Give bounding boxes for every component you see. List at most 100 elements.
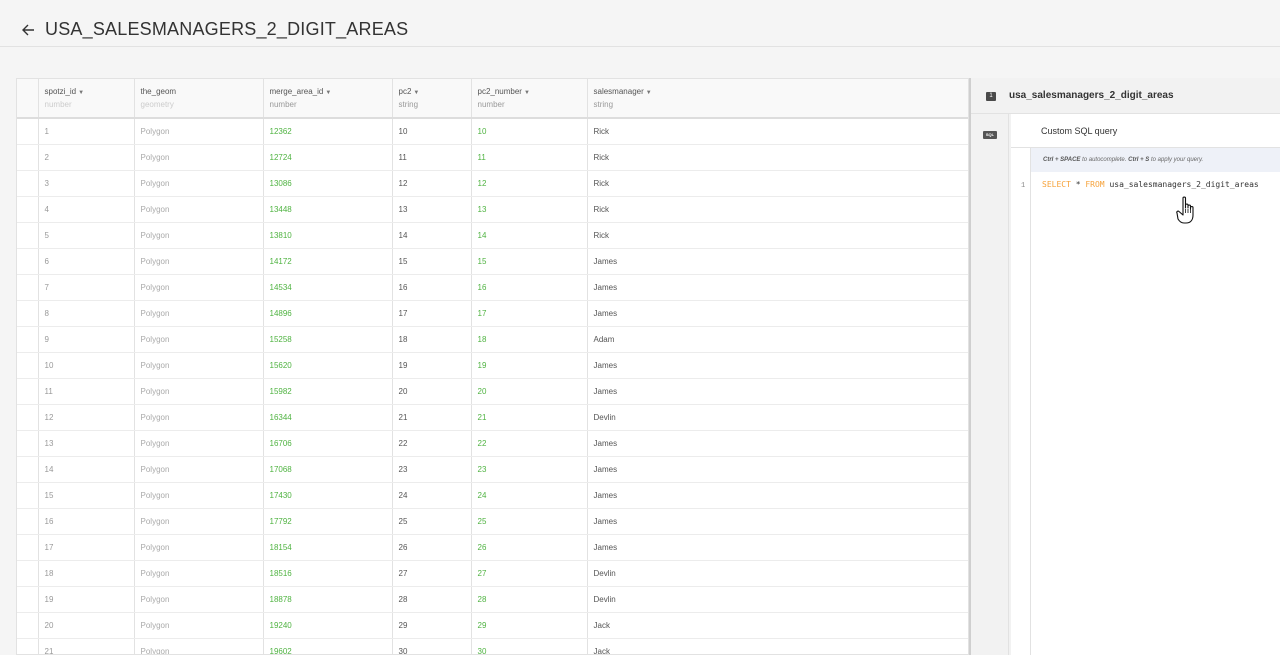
table-cell-the-geom[interactable]: Polygon xyxy=(134,352,264,379)
table-cell-the-geom[interactable]: Polygon xyxy=(134,248,264,275)
table-cell-the-geom[interactable]: Polygon xyxy=(134,170,264,197)
table-cell-pc2[interactable]: 21 xyxy=(392,404,472,431)
table-cell-pc2-number[interactable]: 21 xyxy=(471,404,588,431)
table-cell-salesmanager[interactable]: James xyxy=(587,482,968,509)
table-cell-spotzi-id[interactable]: 12 xyxy=(38,404,135,431)
table-cell-merge-area-id[interactable]: 19602 xyxy=(263,638,393,654)
table-cell-pc2-number[interactable]: 10 xyxy=(471,118,588,145)
table-cell-pc2[interactable]: 28 xyxy=(392,586,472,613)
table-row[interactable]: 8 Polygon 14896 17 17 James xyxy=(17,300,968,327)
table-cell-pc2[interactable]: 17 xyxy=(392,300,472,327)
table-cell-spotzi-id[interactable]: 9 xyxy=(38,326,135,353)
column-header[interactable]: spotzi_id ▼ number xyxy=(38,79,135,119)
table-cell-salesmanager[interactable]: Jack xyxy=(587,638,968,654)
table-cell-the-geom[interactable]: Polygon xyxy=(134,430,264,457)
table-cell-the-geom[interactable]: Polygon xyxy=(134,482,264,509)
table-cell-pc2-number[interactable]: 17 xyxy=(471,300,588,327)
back-arrow-icon[interactable] xyxy=(20,21,38,39)
table-cell-salesmanager[interactable]: James xyxy=(587,300,968,327)
table-cell-the-geom[interactable]: Polygon xyxy=(134,222,264,249)
table-cell-pc2-number[interactable]: 13 xyxy=(471,196,588,223)
table-cell-pc2-number[interactable]: 30 xyxy=(471,638,588,654)
table-cell-salesmanager[interactable]: James xyxy=(587,534,968,561)
table-cell-merge-area-id[interactable]: 16706 xyxy=(263,430,393,457)
table-cell-pc2-number[interactable]: 15 xyxy=(471,248,588,275)
table-cell-spotzi-id[interactable]: 14 xyxy=(38,456,135,483)
table-cell-the-geom[interactable]: Polygon xyxy=(134,300,264,327)
table-cell-merge-area-id[interactable]: 17430 xyxy=(263,482,393,509)
column-header[interactable]: the_geom geometry xyxy=(134,79,264,119)
table-row[interactable]: 2 Polygon 12724 11 11 Rick xyxy=(17,144,968,171)
table-cell-spotzi-id[interactable]: 13 xyxy=(38,430,135,457)
table-cell-pc2[interactable]: 15 xyxy=(392,248,472,275)
caret-down-icon[interactable]: ▼ xyxy=(524,90,530,96)
table-cell-pc2-number[interactable]: 11 xyxy=(471,144,588,171)
table-cell-pc2[interactable]: 20 xyxy=(392,378,472,405)
table-cell-pc2-number[interactable]: 26 xyxy=(471,534,588,561)
sql-editor[interactable]: Custom SQL query Ctrl + SPACE to autocom… xyxy=(1011,114,1280,655)
table-cell-the-geom[interactable]: Polygon xyxy=(134,560,264,587)
caret-down-icon[interactable]: ▼ xyxy=(413,90,419,96)
sql-query-text[interactable]: SELECT * FROM usa_salesmanagers_2_digit_… xyxy=(1042,180,1259,189)
table-row[interactable]: 7 Polygon 14534 16 16 James xyxy=(17,274,968,301)
table-cell-pc2[interactable]: 13 xyxy=(392,196,472,223)
table-cell-salesmanager[interactable]: Rick xyxy=(587,222,968,249)
table-cell-salesmanager[interactable]: Jack xyxy=(587,612,968,639)
table-row[interactable]: 10 Polygon 15620 19 19 James xyxy=(17,352,968,379)
table-cell-merge-area-id[interactable]: 14534 xyxy=(263,274,393,301)
table-cell-pc2-number[interactable]: 29 xyxy=(471,612,588,639)
table-cell-spotzi-id[interactable]: 19 xyxy=(38,586,135,613)
column-header[interactable]: pc2_number ▼ number xyxy=(471,79,588,119)
table-cell-merge-area-id[interactable]: 15258 xyxy=(263,326,393,353)
table-cell-the-geom[interactable]: Polygon xyxy=(134,118,264,145)
sql-tab-icon[interactable]: SQL xyxy=(983,131,997,139)
table-cell-spotzi-id[interactable]: 2 xyxy=(38,144,135,171)
table-cell-the-geom[interactable]: Polygon xyxy=(134,508,264,535)
caret-down-icon[interactable]: ▼ xyxy=(78,90,84,96)
table-cell-spotzi-id[interactable]: 21 xyxy=(38,638,135,654)
table-cell-the-geom[interactable]: Polygon xyxy=(134,196,264,223)
table-cell-salesmanager[interactable]: Devlin xyxy=(587,586,968,613)
table-cell-pc2-number[interactable]: 28 xyxy=(471,586,588,613)
table-row[interactable]: 20 Polygon 19240 29 29 Jack xyxy=(17,612,968,639)
table-cell-spotzi-id[interactable]: 1 xyxy=(38,118,135,145)
table-cell-salesmanager[interactable]: James xyxy=(587,248,968,275)
table-cell-merge-area-id[interactable]: 15620 xyxy=(263,352,393,379)
table-row[interactable]: 14 Polygon 17068 23 23 James xyxy=(17,456,968,483)
table-cell-the-geom[interactable]: Polygon xyxy=(134,144,264,171)
table-cell-pc2[interactable]: 16 xyxy=(392,274,472,301)
caret-down-icon[interactable]: ▼ xyxy=(325,90,331,96)
table-row[interactable]: 3 Polygon 13086 12 12 Rick xyxy=(17,170,968,197)
table-cell-salesmanager[interactable]: Rick xyxy=(587,118,968,145)
table-cell-pc2-number[interactable]: 23 xyxy=(471,456,588,483)
table-row[interactable]: 17 Polygon 18154 26 26 James xyxy=(17,534,968,561)
table-cell-salesmanager[interactable]: Devlin xyxy=(587,560,968,587)
table-cell-spotzi-id[interactable]: 11 xyxy=(38,378,135,405)
table-cell-salesmanager[interactable]: Rick xyxy=(587,170,968,197)
table-cell-the-geom[interactable]: Polygon xyxy=(134,326,264,353)
table-cell-the-geom[interactable]: Polygon xyxy=(134,612,264,639)
table-cell-merge-area-id[interactable]: 17068 xyxy=(263,456,393,483)
table-cell-merge-area-id[interactable]: 13086 xyxy=(263,170,393,197)
table-cell-pc2[interactable]: 27 xyxy=(392,560,472,587)
table-cell-pc2[interactable]: 22 xyxy=(392,430,472,457)
table-cell-spotzi-id[interactable]: 4 xyxy=(38,196,135,223)
column-header[interactable]: pc2 ▼ string xyxy=(392,79,472,119)
column-header[interactable]: merge_area_id ▼ number xyxy=(263,79,393,119)
table-cell-merge-area-id[interactable]: 18516 xyxy=(263,560,393,587)
table-cell-spotzi-id[interactable]: 16 xyxy=(38,508,135,535)
table-cell-pc2-number[interactable]: 12 xyxy=(471,170,588,197)
table-cell-pc2-number[interactable]: 25 xyxy=(471,508,588,535)
table-cell-merge-area-id[interactable]: 18878 xyxy=(263,586,393,613)
table-cell-salesmanager[interactable]: James xyxy=(587,508,968,535)
table-row[interactable]: 5 Polygon 13810 14 14 Rick xyxy=(17,222,968,249)
table-cell-spotzi-id[interactable]: 8 xyxy=(38,300,135,327)
table-cell-pc2[interactable]: 11 xyxy=(392,144,472,171)
table-row[interactable]: 21 Polygon 19602 30 30 Jack xyxy=(17,638,968,654)
table-row[interactable]: 15 Polygon 17430 24 24 James xyxy=(17,482,968,509)
table-cell-pc2-number[interactable]: 19 xyxy=(471,352,588,379)
table-cell-salesmanager[interactable]: James xyxy=(587,456,968,483)
table-cell-spotzi-id[interactable]: 20 xyxy=(38,612,135,639)
table-cell-the-geom[interactable]: Polygon xyxy=(134,456,264,483)
table-cell-pc2[interactable]: 10 xyxy=(392,118,472,145)
